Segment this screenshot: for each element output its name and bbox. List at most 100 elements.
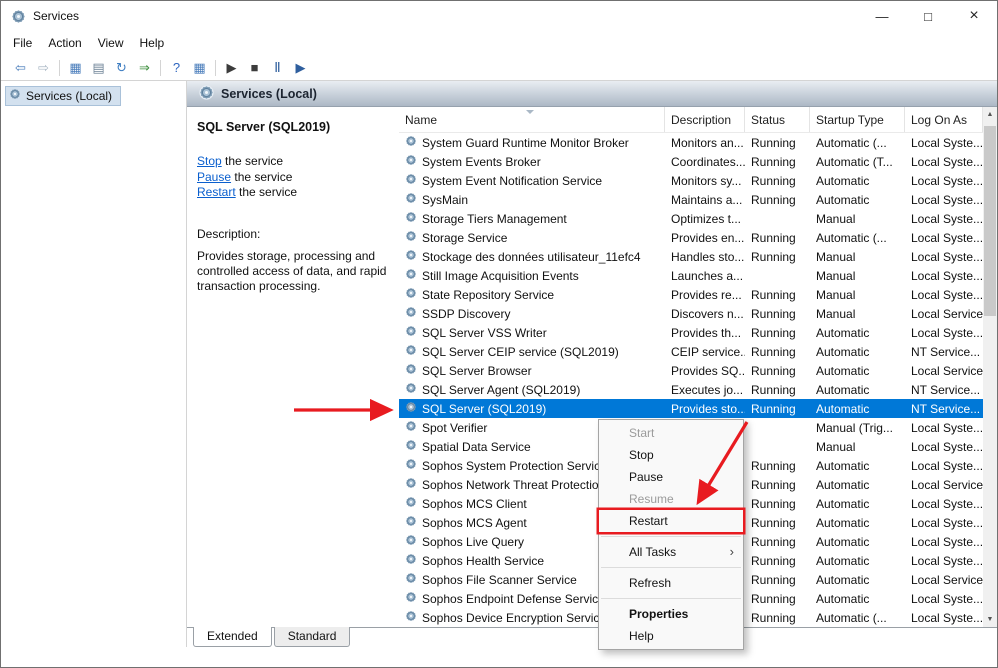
stop-service-link[interactable]: Stop <box>197 154 222 168</box>
logon-cell: Local Syste... <box>905 323 983 342</box>
scroll-down-icon[interactable]: ▼ <box>983 612 997 627</box>
titlebar: Services — □ × <box>1 1 997 31</box>
context-menu-item-pause[interactable]: Pause <box>599 466 743 488</box>
show-console-tree-icon[interactable]: ▦ <box>64 57 87 78</box>
table-row[interactable]: SQL Server Agent (SQL2019)Executes jo...… <box>399 380 983 399</box>
toolbar: ⇦⇨▦▤↻⇒?▦▶■Ⅱ▶ <box>1 55 997 81</box>
column-header-name[interactable]: Name <box>399 107 665 132</box>
startup-type-cell: Automatic <box>810 323 905 342</box>
properties-toolbar-icon[interactable]: ▤ <box>87 57 110 78</box>
context-menu-item-properties[interactable]: Properties <box>599 603 743 625</box>
context-menu-separator <box>601 536 741 537</box>
action-suffix: the service <box>236 185 297 199</box>
status-cell: Running <box>745 608 810 627</box>
table-row[interactable]: SQL Server VSS WriterProvides th...Runni… <box>399 323 983 342</box>
service-name-text: Storage Tiers Management <box>422 212 567 226</box>
submenu-arrow-icon: › <box>730 541 734 563</box>
service-name-text: Sophos File Scanner Service <box>422 573 577 587</box>
startup-type-cell: Manual <box>810 209 905 228</box>
table-row[interactable]: System Event Notification ServiceMonitor… <box>399 171 983 190</box>
main-panel: Services (Local) SQL Server (SQL2019) St… <box>187 81 997 647</box>
table-row[interactable]: SQL Server (SQL2019)Provides sto...Runni… <box>399 399 983 418</box>
table-row[interactable]: Storage ServiceProvides en...RunningAuto… <box>399 228 983 247</box>
description-label: Description: <box>197 227 389 241</box>
logon-cell: Local Syste... <box>905 133 983 152</box>
name-cell: SQL Server Agent (SQL2019) <box>399 380 665 399</box>
service-gear-icon <box>405 135 417 150</box>
startup-type-cell: Manual <box>810 247 905 266</box>
menu-view[interactable]: View <box>90 33 132 53</box>
logon-cell: NT Service... <box>905 399 983 418</box>
table-row[interactable]: Storage Tiers Management Optimizes t... Ma… <box>399 209 983 228</box>
services-node-icon <box>9 88 21 103</box>
sort-descending-icon <box>526 110 534 114</box>
extended-view-icon[interactable]: ▦ <box>188 57 211 78</box>
pause-service-icon[interactable]: Ⅱ <box>266 57 289 78</box>
status-cell: Running <box>745 171 810 190</box>
vertical-scrollbar[interactable]: ▲ ▼ <box>983 107 997 627</box>
tab-standard[interactable]: Standard <box>274 627 351 647</box>
scrollbar-thumb[interactable] <box>984 126 996 316</box>
column-header-description[interactable]: Description <box>665 107 745 132</box>
stop-service-icon[interactable]: ■ <box>243 57 266 78</box>
context-menu: StartStopPauseResumeRestartAll Tasks›Ref… <box>598 419 744 650</box>
table-row[interactable]: SSDP DiscoveryDiscovers n...RunningManua… <box>399 304 983 323</box>
context-menu-item-help[interactable]: Help <box>599 625 743 647</box>
forward-icon[interactable]: ⇨ <box>32 57 55 78</box>
restart-service-icon[interactable]: ▶ <box>289 57 312 78</box>
context-menu-item-refresh[interactable]: Refresh <box>599 572 743 594</box>
service-gear-icon <box>405 154 417 169</box>
service-name-text: Sophos Live Query <box>422 535 524 549</box>
column-header-startup-type[interactable]: Startup Type <box>810 107 905 132</box>
logon-cell: Local Syste... <box>905 551 983 570</box>
menu-help[interactable]: Help <box>132 33 173 53</box>
minimize-button[interactable]: — <box>859 1 905 31</box>
back-icon[interactable]: ⇦ <box>9 57 32 78</box>
status-cell <box>745 437 810 456</box>
tab-extended[interactable]: Extended <box>193 627 272 647</box>
context-menu-item-restart[interactable]: Restart <box>599 510 743 532</box>
startup-type-cell: Automatic <box>810 361 905 380</box>
status-cell <box>745 266 810 285</box>
refresh-toolbar-icon[interactable]: ↻ <box>110 57 133 78</box>
service-gear-icon <box>405 173 417 188</box>
context-menu-item-resume: Resume <box>599 488 743 510</box>
tree-item-services-local[interactable]: Services (Local) <box>5 86 121 106</box>
menu-file[interactable]: File <box>5 33 40 53</box>
description-cell: Provides th... <box>665 323 745 342</box>
table-row[interactable]: Stockage des données utilisateur_11efc4H… <box>399 247 983 266</box>
table-row[interactable]: System Events BrokerCoordinates...Runnin… <box>399 152 983 171</box>
restart-service-link[interactable]: Restart <box>197 185 236 199</box>
table-row[interactable]: SysMainMaintains a...RunningAutomaticLoc… <box>399 190 983 209</box>
service-gear-icon <box>405 306 417 321</box>
status-cell <box>745 418 810 437</box>
service-gear-icon <box>405 458 417 473</box>
table-row[interactable]: Still Image Acquisition EventsLaunches a… <box>399 266 983 285</box>
service-name-text: Spot Verifier <box>422 421 487 435</box>
menu-action[interactable]: Action <box>40 33 89 53</box>
pause-service-link[interactable]: Pause <box>197 170 231 184</box>
logon-cell: Local Service <box>905 570 983 589</box>
description-cell: Optimizes t... <box>665 209 745 228</box>
scroll-up-icon[interactable]: ▲ <box>983 107 997 122</box>
export-list-icon[interactable]: ⇒ <box>133 57 156 78</box>
table-row[interactable]: SQL Server BrowserProvides SQ...RunningA… <box>399 361 983 380</box>
start-service-icon[interactable]: ▶ <box>220 57 243 78</box>
close-button[interactable]: × <box>951 1 997 31</box>
column-header-log-on-as[interactable]: Log On As <box>905 107 983 132</box>
description-cell: Launches a... <box>665 266 745 285</box>
context-menu-item-all-tasks[interactable]: All Tasks› <box>599 541 743 563</box>
scrollbar-track[interactable] <box>983 122 997 612</box>
help-toolbar-icon[interactable]: ? <box>165 57 188 78</box>
logon-cell: Local Syste... <box>905 228 983 247</box>
column-header-status[interactable]: Status <box>745 107 810 132</box>
table-row[interactable]: SQL Server CEIP service (SQL2019)CEIP se… <box>399 342 983 361</box>
maximize-button[interactable]: □ <box>905 1 951 31</box>
table-row[interactable]: State Repository ServiceProvides re...Ru… <box>399 285 983 304</box>
table-row[interactable]: System Guard Runtime Monitor BrokerMonit… <box>399 133 983 152</box>
action-suffix: the service <box>222 154 283 168</box>
logon-cell: Local Syste... <box>905 494 983 513</box>
context-menu-item-label: Refresh <box>629 576 671 590</box>
context-menu-item-stop[interactable]: Stop <box>599 444 743 466</box>
service-name-text: Sophos Health Service <box>422 554 544 568</box>
